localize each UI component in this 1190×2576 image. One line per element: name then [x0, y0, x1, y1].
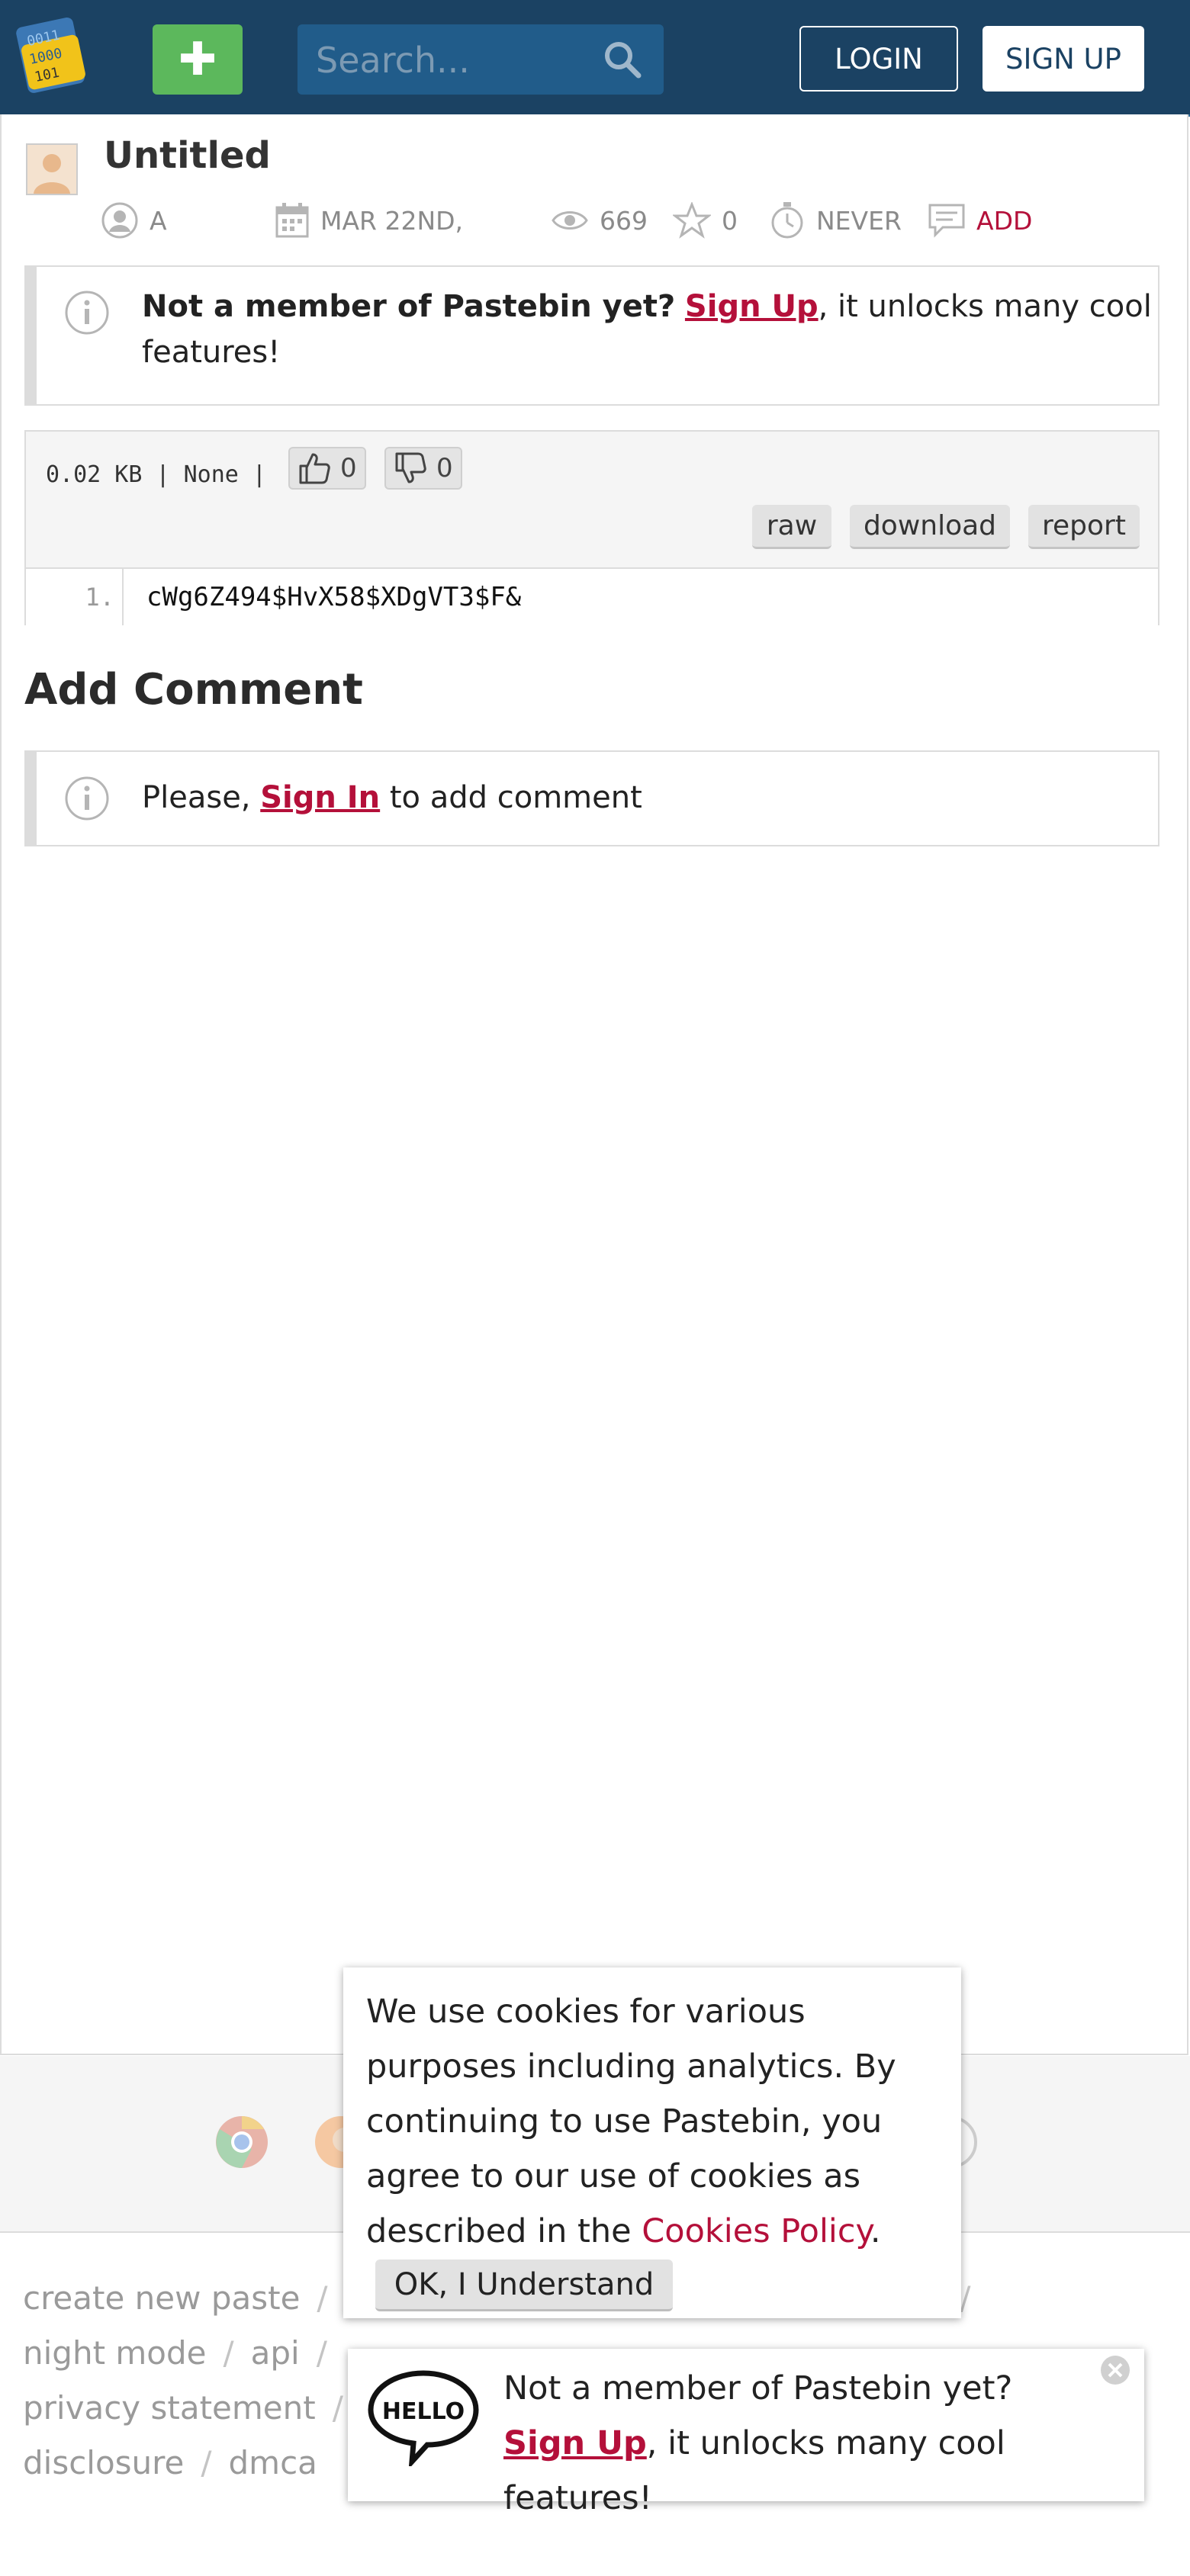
report-button[interactable]: report	[1028, 505, 1140, 549]
add-comment-link[interactable]: ADD	[976, 206, 1032, 236]
calendar-icon	[275, 203, 309, 238]
login-button[interactable]: LOGIN	[799, 26, 958, 92]
notice-bold-text: Not a member of Pastebin yet?	[142, 289, 676, 324]
cookie-line-end: .	[870, 2212, 881, 2250]
star-icon	[673, 202, 711, 239]
plus-icon: ✚	[178, 33, 217, 86]
promo-rest-text-2: features!	[503, 2479, 652, 2517]
thumbs-down-icon	[395, 452, 426, 483]
footer-link-privacy[interactable]: privacy statement	[23, 2389, 316, 2427]
author-avatar[interactable]	[26, 143, 78, 195]
paste-size-info: 0.02 KB | None |	[46, 461, 266, 488]
notice-text: Not a member of Pastebin yet? Sign Up, i…	[142, 284, 1156, 375]
comment-icon	[928, 204, 965, 238]
notice-signup-link[interactable]: Sign Up	[685, 289, 819, 324]
download-button[interactable]: download	[850, 505, 1010, 549]
footer-link-dmca[interactable]: dmca	[229, 2444, 317, 2481]
hello-speech-bubble-icon: HELLO	[368, 2370, 479, 2466]
membership-notice: Not a member of Pastebin yet? Sign Up, i…	[24, 265, 1159, 406]
info-icon	[65, 776, 109, 821]
new-paste-button[interactable]: ✚	[153, 24, 243, 95]
top-header: 0011 1000 101 ✚ LOGIN SIGN UP	[0, 0, 1190, 117]
sign-in-prefix: Please,	[142, 780, 261, 815]
view-count: 669	[600, 205, 648, 236]
chrome-icon[interactable]	[214, 2114, 270, 2170]
meta-author[interactable]: A	[101, 200, 167, 241]
cookie-line: We use cookies for various	[366, 1993, 806, 2031]
pastebin-logo-icon[interactable]: 0011 1000 101	[15, 17, 88, 96]
sign-in-link[interactable]: Sign In	[260, 780, 380, 815]
footer-link-disclosure[interactable]: disclosure	[23, 2444, 184, 2481]
info-icon	[65, 291, 109, 335]
cookies-policy-link[interactable]: Cookies Policy	[642, 2212, 870, 2250]
cookie-text: We use cookies for various purposes incl…	[366, 1984, 938, 2259]
paste-title: Untitled	[104, 134, 271, 177]
search-icon[interactable]	[603, 40, 642, 79]
signup-promo-popup: HELLO Not a member of Pastebin yet? Sign…	[348, 2349, 1144, 2517]
code-line-text: cWg6Z494$HvX58$XDgVT3$F&	[146, 582, 522, 612]
meta-expiry: NEVER	[769, 200, 902, 241]
meta-stars[interactable]: 0	[673, 200, 738, 241]
code-line: 1. cWg6Z494$HvX58$XDgVT3$F&	[26, 567, 1158, 625]
line-number: 1.	[26, 569, 124, 625]
signup-button[interactable]: SIGN UP	[983, 26, 1144, 92]
paste-date: MAR 22ND,	[320, 205, 464, 236]
user-avatar-icon	[27, 145, 76, 194]
promo-line-1: Not a member of Pastebin yet?	[503, 2369, 1013, 2407]
svg-text:HELLO: HELLO	[382, 2398, 465, 2425]
like-button[interactable]: 0	[288, 447, 366, 490]
footer-link-night-mode[interactable]: night mode	[23, 2334, 207, 2372]
meta-add-comment[interactable]: ADD	[928, 200, 1032, 241]
user-icon	[101, 202, 138, 239]
close-icon[interactable]	[1098, 2353, 1132, 2387]
cookie-accept-button[interactable]: OK, I Understand	[375, 2260, 673, 2311]
search-input[interactable]	[314, 35, 600, 85]
dislike-button[interactable]: 0	[384, 447, 462, 490]
dislike-count: 0	[436, 453, 453, 483]
thumbs-up-icon	[299, 453, 330, 484]
search-box	[298, 24, 664, 95]
sign-in-suffix: to add comment	[380, 780, 642, 815]
promo-signup-link[interactable]: Sign Up	[503, 2424, 647, 2462]
author-name: A	[150, 205, 167, 236]
star-count: 0	[722, 205, 738, 236]
meta-date: MAR 22ND,	[275, 200, 463, 241]
eye-icon	[552, 211, 588, 230]
cookie-consent-popup: We use cookies for various purposes incl…	[343, 1967, 961, 2318]
expiry-value: NEVER	[816, 205, 902, 236]
promo-rest-text: , it unlocks many cool	[646, 2424, 1005, 2462]
like-count: 0	[340, 453, 357, 483]
promo-text: Not a member of Pastebin yet? Sign Up, i…	[503, 2361, 1098, 2526]
cookie-line: described in the	[366, 2212, 642, 2250]
cookie-line: purposes including analytics. By	[366, 2048, 896, 2086]
sign-in-text: Please, Sign In to add comment	[142, 775, 642, 821]
cookie-line: agree to our use of cookies as	[366, 2157, 860, 2195]
sign-in-notice: Please, Sign In to add comment	[24, 750, 1159, 846]
code-box: 0.02 KB | None | 0 0 raw download report…	[24, 430, 1159, 625]
notice-rest-text-2: features!	[142, 335, 281, 370]
footer-link-create-paste[interactable]: create new paste	[23, 2279, 300, 2317]
raw-button[interactable]: raw	[752, 505, 831, 549]
stopwatch-icon	[771, 202, 803, 239]
add-comment-heading: Add Comment	[24, 665, 363, 715]
notice-rest-text: , it unlocks many cool	[818, 289, 1152, 324]
meta-views: 669	[551, 200, 648, 241]
footer-link-api[interactable]: api	[251, 2334, 300, 2372]
cookie-line: continuing to use Pastebin, you	[366, 2102, 883, 2141]
